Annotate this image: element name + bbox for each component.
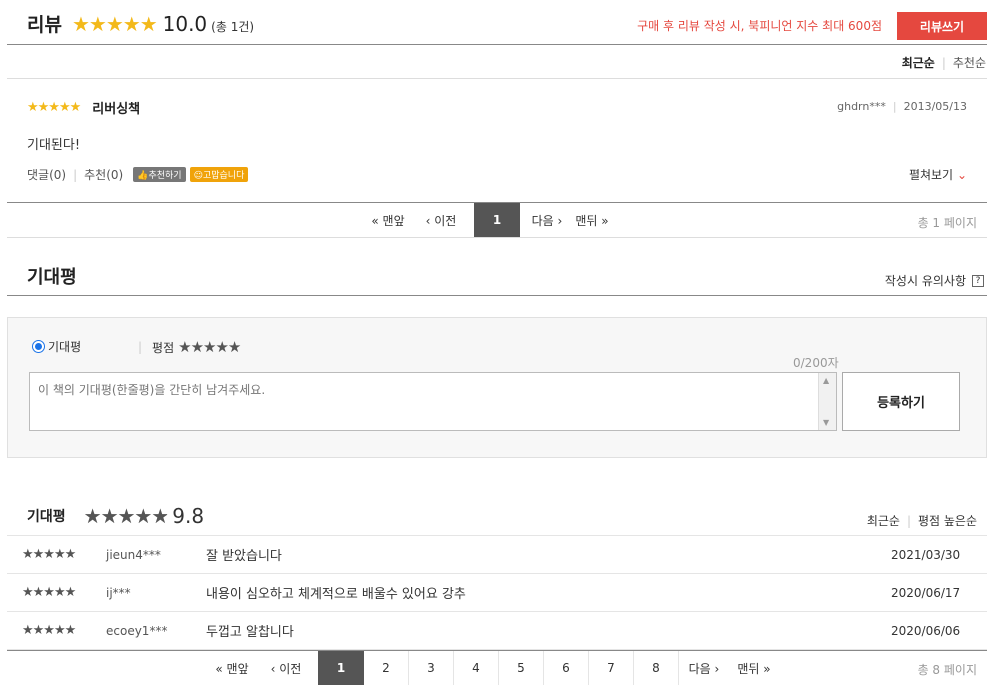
expect-pager-page-6[interactable]: 6 bbox=[544, 651, 589, 685]
review-pager-bottom-line bbox=[7, 237, 987, 238]
review-rating-stars: ★★★★★ bbox=[71, 12, 158, 36]
expect-textarea-wrap: ▲ ▼ bbox=[29, 372, 837, 431]
expand-button[interactable]: 펼쳐보기 ⌄ bbox=[909, 166, 967, 183]
star-fill: ★★★★★ bbox=[83, 504, 167, 528]
row-date: 2020/06/06 bbox=[891, 623, 961, 638]
expect-pager-page-3[interactable]: 3 bbox=[409, 651, 454, 685]
textarea-scrollbar[interactable]: ▲ ▼ bbox=[818, 373, 836, 430]
review-sort: 최근순 | 추천순 bbox=[901, 56, 986, 70]
expect-pager-page-4[interactable]: 4 bbox=[454, 651, 499, 685]
recommend-count-link[interactable]: 추천(0) bbox=[84, 166, 123, 183]
radio-selected-icon bbox=[32, 340, 45, 353]
recommend-badge-button[interactable]: 👍추천하기 bbox=[133, 167, 186, 182]
expect-pager-page-1[interactable]: 1 bbox=[318, 651, 364, 685]
review-item: ★★★★★ 리버싱책 ghdrn*** | 2013/05/13 기대된다! 댓글(… bbox=[27, 100, 967, 183]
expect-pager-first-button[interactable]: « 맨앞 bbox=[210, 651, 254, 685]
expect-pager-prev-button[interactable]: ‹ 이전 bbox=[254, 651, 318, 685]
review-promo-text: 구매 후 리뷰 작성 시, 북피니언 지수 최대 600점 bbox=[637, 19, 882, 33]
expect-pager-page-5[interactable]: 5 bbox=[499, 651, 544, 685]
sort-divider bbox=[7, 78, 987, 79]
expect-summary-stars: ★★★★★ ★★★★★ bbox=[83, 504, 170, 528]
table-row: ★★★★★ jieun4*** 잘 받았습니다 2021/03/30 bbox=[7, 536, 987, 574]
thanks-badge-button[interactable]: ☺고맙습니다 bbox=[189, 167, 249, 182]
expect-pager: « 맨앞 ‹ 이전 1 2 3 4 5 6 7 8 다음 › 맨뒤 » bbox=[210, 651, 779, 685]
expect-pager-next-button[interactable]: 다음 › bbox=[679, 651, 729, 685]
expect-radio[interactable]: 기대평 bbox=[32, 338, 81, 355]
scroll-down-icon[interactable]: ▼ bbox=[823, 418, 829, 427]
table-row: ★★★★★ ecoey1*** 두껍고 알찹니다 2020/06/06 bbox=[7, 612, 987, 650]
pager-next-button[interactable]: 다음 › bbox=[520, 203, 574, 237]
row-stars: ★★★★★ bbox=[22, 585, 76, 600]
row-text: 내용이 심오하고 체계적으로 배울수 있어요 강추 bbox=[206, 587, 466, 602]
review-item-body: 기대된다! bbox=[27, 138, 81, 153]
expect-pager-page-2[interactable]: 2 bbox=[364, 651, 409, 685]
expect-section-title: 기대평 bbox=[27, 267, 77, 288]
expect-form: 기대평 | 평점 ★★★★★ 0/200자 ▲ ▼ 등록하기 bbox=[7, 317, 987, 458]
review-title: 리뷰 bbox=[27, 14, 62, 36]
review-score: 10.0 bbox=[162, 12, 208, 36]
expect-pager-total: 총 8 페이지 bbox=[917, 663, 977, 677]
expect-summary: 기대평 ★★★★★ ★★★★★ 9.8 bbox=[27, 504, 204, 528]
row-text: 두껍고 알찹니다 bbox=[206, 625, 294, 640]
expect-divider bbox=[7, 295, 987, 296]
table-row: ★★★★★ ij*** 내용이 심오하고 체계적으로 배울수 있어요 강추 20… bbox=[7, 574, 987, 612]
expect-pager-page-8[interactable]: 8 bbox=[634, 651, 679, 685]
review-item-date: 2013/05/13 bbox=[903, 100, 967, 113]
thumbs-up-icon: 👍 bbox=[137, 171, 149, 181]
expect-pager-last-button[interactable]: 맨뒤 » bbox=[729, 651, 779, 685]
writing-notice-link[interactable]: 작성시 유의사항 ? bbox=[885, 272, 984, 289]
review-item-stars: ★★★★★ bbox=[27, 100, 81, 115]
review-pager-total: 총 1 페이지 bbox=[917, 216, 977, 230]
scroll-up-icon[interactable]: ▲ bbox=[823, 376, 829, 385]
row-date: 2021/03/30 bbox=[891, 547, 961, 562]
comments-link[interactable]: 댓글(0) bbox=[27, 166, 66, 183]
sort-recommended-button[interactable]: 추천순 bbox=[953, 56, 986, 70]
row-user: ij*** bbox=[106, 585, 131, 600]
write-review-button[interactable]: 리뷰쓰기 bbox=[897, 12, 987, 40]
row-text: 잘 받았습니다 bbox=[206, 549, 282, 564]
rating-select: | 평점 ★★★★★ bbox=[138, 338, 241, 356]
expect-summary-score: 9.8 bbox=[172, 504, 205, 528]
pager-last-button[interactable]: 맨뒤 » bbox=[574, 203, 610, 237]
chevron-down-icon: ⌄ bbox=[956, 168, 967, 182]
row-date: 2020/06/17 bbox=[891, 585, 961, 600]
expect-sort-rating-button[interactable]: 평점 높은순 bbox=[918, 514, 977, 528]
sort-latest-button[interactable]: 최근순 bbox=[902, 56, 935, 70]
review-divider bbox=[7, 44, 987, 45]
review-item-title: 리버싱책 bbox=[92, 102, 141, 117]
pager-first-button[interactable]: « 맨앞 bbox=[368, 203, 408, 237]
smile-icon: ☺ bbox=[193, 171, 203, 181]
submit-expect-button[interactable]: 등록하기 bbox=[842, 372, 960, 431]
char-count: 0/200자 bbox=[793, 356, 839, 370]
row-stars: ★★★★★ bbox=[22, 547, 76, 562]
pager-prev-button[interactable]: ‹ 이전 bbox=[408, 203, 474, 237]
expect-summary-title: 기대평 bbox=[27, 509, 66, 525]
rating-stars-input[interactable]: ★★★★★ bbox=[178, 338, 241, 356]
review-count: (총 1건) bbox=[211, 20, 255, 34]
review-header: 리뷰 ★★★★★ 10.0 (총 1건) bbox=[27, 10, 254, 40]
review-item-user: ghdrn*** bbox=[837, 100, 886, 113]
help-icon: ? bbox=[972, 274, 984, 287]
review-pager: « 맨앞 ‹ 이전 1 다음 › 맨뒤 » bbox=[368, 203, 610, 237]
expect-sort-latest-button[interactable]: 최근순 bbox=[867, 514, 900, 528]
row-user: ecoey1*** bbox=[106, 623, 168, 638]
expect-pager-page-7[interactable]: 7 bbox=[589, 651, 634, 685]
row-user: jieun4*** bbox=[106, 547, 161, 562]
expect-textarea[interactable] bbox=[30, 373, 818, 430]
pager-page-1[interactable]: 1 bbox=[474, 203, 520, 237]
row-stars: ★★★★★ bbox=[22, 623, 76, 638]
expect-sort: 최근순 | 평점 높은순 bbox=[866, 514, 977, 528]
